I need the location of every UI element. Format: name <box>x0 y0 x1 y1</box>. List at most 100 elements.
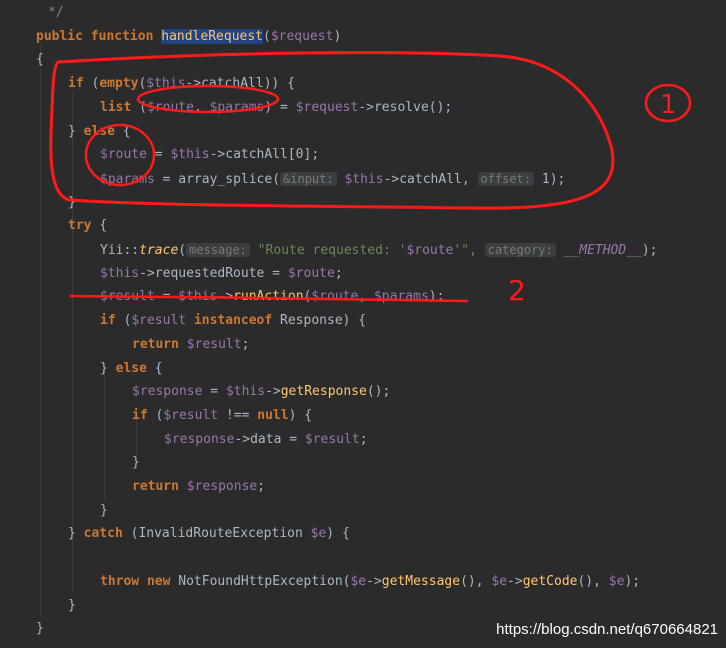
code-token: getCode <box>522 573 578 589</box>
code-token: $result <box>100 289 155 305</box>
code-token: ( <box>178 243 187 258</box>
code-token: $this <box>170 147 210 163</box>
code-token: Yii:: <box>100 243 140 258</box>
code-token: = <box>146 147 171 163</box>
code-line[interactable]: $response = $this->getResponse(); <box>132 382 390 402</box>
code-token: } <box>68 194 76 210</box>
code-token: getResponse <box>280 384 367 400</box>
code-token: Response) { <box>280 313 367 329</box>
code-token: new <box>146 573 179 589</box>
code-token: else <box>83 123 123 139</box>
code-token: ->resolve(); <box>358 99 453 115</box>
indent-guide <box>72 92 73 592</box>
code-line[interactable]: if ($result instanceof Response) { <box>100 311 366 331</box>
code-token: } <box>100 360 116 376</box>
code-line[interactable]: throw new NotFoundHttpException($e->getM… <box>100 572 640 592</box>
code-token: ; <box>359 431 368 447</box>
code-line[interactable]: if (empty($this->catchAll)) { <box>68 74 295 94</box>
code-line[interactable]: } <box>68 193 76 213</box>
code-line[interactable]: { <box>36 50 44 70</box>
code-line[interactable]: Yii::trace(message: "Route requested: '$… <box>100 240 658 260</box>
code-token: (InvalidRouteException <box>130 526 311 542</box>
code-token: } <box>68 597 76 613</box>
indent-guide <box>104 370 105 500</box>
code-token: ->catchAll[0]; <box>209 147 320 163</box>
code-token: $response <box>164 431 235 447</box>
code-line[interactable]: return $result; <box>132 335 249 355</box>
code-token: = <box>154 289 179 305</box>
code-token: -> <box>265 384 281 400</box>
code-token: instanceof <box>193 313 281 329</box>
code-token: "Route requested: ' <box>249 243 407 258</box>
code-token: try <box>68 218 100 234</box>
code-token: $result <box>163 407 219 423</box>
code-line[interactable]: } <box>132 453 140 473</box>
code-line[interactable]: try { <box>68 216 107 236</box>
code-token: } <box>68 526 84 542</box>
code-line[interactable]: if ($result !== null) { <box>132 406 312 426</box>
code-line[interactable]: } <box>68 596 76 616</box>
code-token: empty <box>99 76 139 92</box>
code-line[interactable]: */ <box>48 3 64 23</box>
code-token: , <box>193 99 210 115</box>
parameter-hint: offset: <box>477 171 535 186</box>
watermark-url: https://blog.csdn.net/q670664821 <box>496 621 718 638</box>
code-line[interactable]: return $response; <box>132 477 265 497</box>
code-token: } <box>36 621 44 637</box>
code-token: ; <box>241 336 250 352</box>
code-token: $route <box>406 243 454 258</box>
code-line[interactable]: list ($route, $params) = $request->resol… <box>100 98 452 118</box>
code-token: -> <box>217 289 234 305</box>
code-token: ; <box>257 479 266 494</box>
code-token: !== <box>218 407 258 423</box>
code-line[interactable]: } else { <box>100 359 163 379</box>
code-token: list <box>100 99 140 115</box>
code-token: $e <box>350 573 367 589</box>
code-token: */ <box>48 5 64 20</box>
code-token: -> <box>366 573 382 589</box>
code-token: $response <box>186 479 258 494</box>
code-token: '", <box>453 243 485 258</box>
code-token: runAction <box>233 289 304 305</box>
code-token: ) = <box>264 99 296 115</box>
code-line[interactable]: $response->data = $result; <box>164 430 368 450</box>
code-token: public <box>36 28 91 44</box>
code-line[interactable]: } <box>100 501 108 521</box>
code-token: ); <box>624 573 641 589</box>
code-token: (); <box>366 384 391 400</box>
code-token: else <box>115 360 155 376</box>
code-line[interactable]: $route = $this->catchAll[0]; <box>100 145 319 165</box>
code-editor[interactable]: */public function handleRequest($request… <box>0 0 726 648</box>
code-line[interactable]: } <box>36 619 44 639</box>
code-token: ->data = <box>234 431 305 447</box>
code-token: handleRequest <box>161 28 263 44</box>
code-token: trace <box>139 243 179 258</box>
code-token: $this <box>178 289 218 305</box>
code-token: $route <box>100 147 147 163</box>
code-token: { <box>122 123 131 139</box>
code-token: $route <box>311 289 359 305</box>
code-token: if <box>132 407 156 423</box>
code-line[interactable]: $result = $this->runAction($route, $para… <box>100 287 444 307</box>
code-token: = array_splice( <box>154 171 281 187</box>
code-line[interactable]: } catch (InvalidRouteException $e) { <box>68 524 350 544</box>
code-line[interactable]: } else { <box>68 122 131 142</box>
code-token: $route <box>287 265 335 281</box>
code-token: ) <box>333 28 342 44</box>
indent-guide <box>40 45 41 615</box>
code-token: $request <box>295 99 359 115</box>
code-token: , <box>358 289 374 305</box>
code-token: $params <box>209 99 265 115</box>
code-line[interactable]: $params = array_splice(&input: $this->ca… <box>100 169 565 189</box>
code-token: $route <box>146 99 194 115</box>
code-token: ( <box>263 28 271 44</box>
code-token: ; <box>334 265 343 281</box>
code-line[interactable]: $this->requestedRoute = $route; <box>100 264 343 284</box>
code-token: if <box>68 76 92 92</box>
code-line[interactable]: public function handleRequest($request) <box>36 27 341 47</box>
code-token: catch <box>83 526 131 542</box>
code-token: NotFoundHttpException( <box>178 573 351 589</box>
code-token: $e <box>310 526 327 542</box>
code-token: $e <box>608 573 625 589</box>
code-token: function <box>90 28 162 44</box>
